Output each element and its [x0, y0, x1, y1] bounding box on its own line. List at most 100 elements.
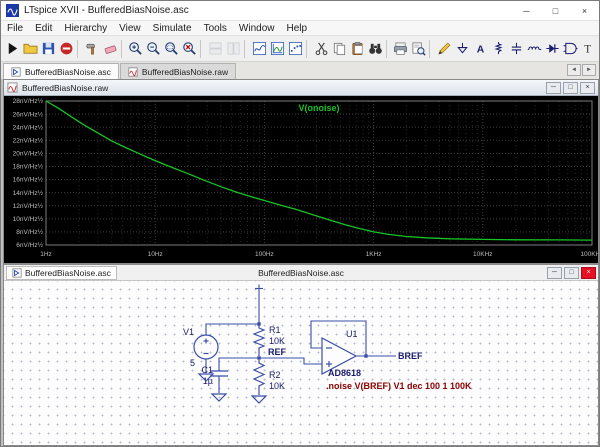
schematic-file-icon	[12, 268, 22, 278]
svg-text:8nV/Hz½: 8nV/Hz½	[16, 228, 43, 236]
copy-icon[interactable]	[330, 38, 348, 59]
zoom-in-icon[interactable]	[126, 38, 144, 59]
svg-text:28nV/Hz½: 28nV/Hz½	[13, 97, 44, 105]
svg-text:10nV/Hz½: 10nV/Hz½	[13, 215, 44, 223]
menu-tools[interactable]: Tools	[198, 23, 233, 34]
menu-file[interactable]: File	[1, 23, 29, 34]
cut-icon[interactable]	[312, 38, 330, 59]
mark-points-icon[interactable]	[286, 38, 304, 59]
tab-scroll-right-icon[interactable]: ►	[582, 64, 596, 76]
svg-text:100Hz: 100Hz	[255, 251, 274, 258]
svg-text:14nV/Hz½: 14nV/Hz½	[13, 189, 44, 197]
menu-help[interactable]: Help	[281, 23, 314, 34]
wires	[206, 285, 396, 394]
wire-icon[interactable]	[435, 38, 453, 59]
ground-icon[interactable]	[453, 38, 471, 59]
diode-icon[interactable]	[543, 38, 561, 59]
close-icon[interactable]: ×	[570, 1, 599, 20]
schem-close-icon[interactable]: ×	[581, 267, 596, 279]
spice-directive[interactable]: .noise V(BREF) V1 dec 100 1 100K	[326, 381, 472, 391]
tab-BufferedBiasNoise.raw[interactable]: BufferedBiasNoise.raw	[120, 63, 236, 79]
halt-icon[interactable]	[57, 38, 75, 59]
wave-maximize-icon[interactable]: □	[563, 82, 578, 94]
print-preview-icon[interactable]	[409, 38, 427, 59]
schematic-tab[interactable]: BufferedBiasNoise.asc	[6, 266, 117, 280]
capacitor-c1[interactable]: C1 1µ	[201, 365, 228, 386]
toolbar-separator	[244, 40, 248, 58]
svg-text:12nV/Hz½: 12nV/Hz½	[13, 202, 44, 210]
capacitor-icon[interactable]	[507, 38, 525, 59]
toolbar-separator	[306, 40, 310, 58]
voltage-source-v1[interactable]: V1 5	[183, 327, 218, 368]
app-icon	[6, 4, 19, 17]
menu-view[interactable]: View	[113, 23, 147, 34]
zoom-full-icon[interactable]	[180, 38, 198, 59]
net-label-ref[interactable]: REF	[268, 347, 287, 357]
schematic-titlebar: BufferedBiasNoise.asc BufferedBiasNoise.…	[4, 265, 598, 281]
save-icon[interactable]	[39, 38, 57, 59]
waveform-plot-pane[interactable]: 28nV/Hz½26nV/Hz½24nV/Hz½22nV/Hz½20nV/Hz½…	[4, 96, 598, 263]
r1-name[interactable]: R1	[269, 325, 281, 335]
tab-scroll-left-icon[interactable]: ◄	[567, 64, 581, 76]
component-icon[interactable]	[561, 38, 579, 59]
open-icon[interactable]	[21, 38, 39, 59]
waveform-titlebar: BufferedBiasNoise.raw ─ □ ×	[4, 80, 598, 96]
resistor-icon[interactable]	[489, 38, 507, 59]
schematic-canvas[interactable]: V1 5 R1 10K R2 10K	[4, 281, 598, 445]
u1-name[interactable]: U1	[346, 329, 358, 339]
inductor-icon[interactable]	[525, 38, 543, 59]
toolbar-separator	[77, 40, 81, 58]
svg-text:A: A	[477, 44, 485, 55]
schematic-window-controls: ─ □ ×	[547, 267, 596, 279]
control-panel-icon[interactable]	[83, 38, 101, 59]
svg-text:100KHz: 100KHz	[580, 251, 598, 258]
zoom-out-icon[interactable]	[144, 38, 162, 59]
text-icon[interactable]: T	[579, 38, 597, 59]
wave-minimize-icon[interactable]: ─	[546, 82, 561, 94]
c1-value[interactable]: 1µ	[203, 376, 213, 386]
plot-settings-icon[interactable]	[250, 38, 268, 59]
zoom-area-icon[interactable]	[162, 38, 180, 59]
titlebar: LTspice XVII - BufferedBiasNoise.asc ─ □…	[1, 1, 599, 21]
tab-BufferedBiasNoise.asc[interactable]: BufferedBiasNoise.asc	[3, 63, 119, 79]
schem-minimize-icon[interactable]: ─	[547, 267, 562, 279]
minimize-icon[interactable]: ─	[512, 1, 541, 20]
svg-text:18nV/Hz½: 18nV/Hz½	[13, 163, 44, 171]
r2-value[interactable]: 10K	[269, 381, 285, 391]
toolbar-separator	[200, 40, 204, 58]
tile-horizontal-icon[interactable]	[206, 38, 224, 59]
toolbar-separator	[386, 40, 390, 58]
tab-strip: BufferedBiasNoise.ascBufferedBiasNoise.r…	[3, 63, 237, 79]
menubar: FileEditHierarchyViewSimulateToolsWindow…	[1, 21, 599, 36]
r1-value[interactable]: 10K	[269, 336, 285, 346]
menu-edit[interactable]: Edit	[29, 23, 58, 34]
u1-value[interactable]: AD8618	[328, 368, 361, 378]
wave-close-icon[interactable]: ×	[580, 82, 595, 94]
v1-name[interactable]: V1	[183, 327, 194, 337]
tile-vertical-icon[interactable]	[224, 38, 242, 59]
resistor-r2[interactable]: R2 10K	[254, 360, 285, 395]
menu-window[interactable]: Window	[233, 23, 281, 34]
opamp-u1[interactable]: U1 AD8618	[322, 329, 361, 378]
find-icon[interactable]	[366, 38, 384, 59]
autorange-icon[interactable]	[268, 38, 286, 59]
svg-text:10KHz: 10KHz	[473, 251, 493, 258]
menu-hierarchy[interactable]: Hierarchy	[58, 23, 113, 34]
window-title: LTspice XVII - BufferedBiasNoise.asc	[24, 5, 189, 16]
maximize-icon[interactable]: □	[541, 1, 570, 20]
print-icon[interactable]	[391, 38, 409, 59]
run-icon[interactable]	[3, 38, 21, 59]
erase-icon[interactable]	[101, 38, 119, 59]
svg-text:1Hz: 1Hz	[40, 251, 52, 258]
net-label-bref[interactable]: BREF	[398, 351, 423, 361]
label-net-icon[interactable]: A	[471, 38, 489, 59]
v1-value[interactable]: 5	[190, 358, 195, 368]
menu-simulate[interactable]: Simulate	[147, 23, 198, 34]
r2-name[interactable]: R2	[269, 370, 281, 380]
trace-label[interactable]: V(onoise)	[298, 103, 339, 113]
schematic-tab-label: BufferedBiasNoise.asc	[25, 268, 111, 278]
svg-text:1KHz: 1KHz	[366, 251, 382, 258]
paste-icon[interactable]	[348, 38, 366, 59]
schem-maximize-icon[interactable]: □	[564, 267, 579, 279]
noise-plot[interactable]: 28nV/Hz½26nV/Hz½24nV/Hz½22nV/Hz½20nV/Hz½…	[4, 96, 598, 263]
